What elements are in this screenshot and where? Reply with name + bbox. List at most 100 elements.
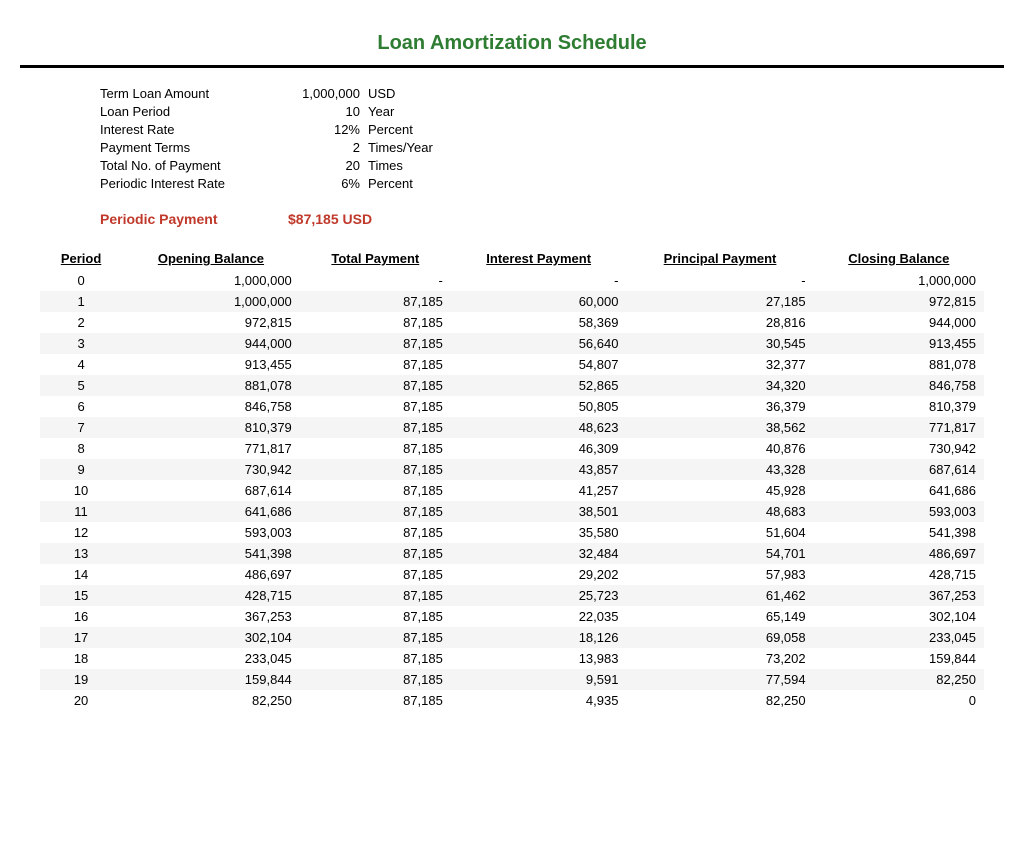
info-value: 1,000,000 [280,86,360,101]
table-cell: 65,149 [626,606,813,627]
page-title: Loan Amortization Schedule [20,20,1004,68]
info-label: Loan Period [100,104,280,119]
table-cell: 944,000 [122,333,300,354]
table-cell: 730,942 [814,438,984,459]
info-unit: Times/Year [368,140,433,155]
table-row: 4913,45587,18554,80732,377881,078 [40,354,984,375]
table-cell: 641,686 [814,480,984,501]
table-cell: 87,185 [300,606,451,627]
table-cell: 87,185 [300,291,451,312]
table-row: 17302,10487,18518,12669,058233,045 [40,627,984,648]
table-cell: 4,935 [451,690,627,711]
table-cell: 3 [40,333,122,354]
table-cell: 87,185 [300,543,451,564]
table-cell: 771,817 [122,438,300,459]
table-cell: 87,185 [300,648,451,669]
table-cell: 9,591 [451,669,627,690]
table-cell: 32,377 [626,354,813,375]
table-cell: 87,185 [300,333,451,354]
table-cell: 82,250 [814,669,984,690]
table-cell: 972,815 [122,312,300,333]
info-label: Term Loan Amount [100,86,280,101]
table-cell: 881,078 [814,354,984,375]
info-section: Term Loan Amount 1,000,000 USD Loan Peri… [100,86,1004,191]
table-cell: 48,683 [626,501,813,522]
table-cell: 52,865 [451,375,627,396]
table-cell: 50,805 [451,396,627,417]
table-cell: 87,185 [300,480,451,501]
table-cell: 38,501 [451,501,627,522]
periodic-payment-value: $87,185 USD [288,211,372,227]
info-label: Payment Terms [100,140,280,155]
table-cell: 19 [40,669,122,690]
table-cell: 17 [40,627,122,648]
info-value: 2 [280,140,360,155]
table-cell: - [300,270,451,291]
info-row: Interest Rate 12% Percent [100,122,1004,137]
table-row: 11641,68687,18538,50148,683593,003 [40,501,984,522]
table-cell: 87,185 [300,396,451,417]
table-cell: 641,686 [122,501,300,522]
table-row: 2972,81587,18558,36928,816944,000 [40,312,984,333]
table-cell: 913,455 [814,333,984,354]
table-cell: 687,614 [122,480,300,501]
table-header: Principal Payment [626,247,813,270]
table-cell: 972,815 [814,291,984,312]
table-cell: 87,185 [300,312,451,333]
table-cell: 36,379 [626,396,813,417]
table-cell: - [451,270,627,291]
table-cell: 5 [40,375,122,396]
table-cell: 944,000 [814,312,984,333]
table-cell: - [626,270,813,291]
info-row: Payment Terms 2 Times/Year [100,140,1004,155]
table-cell: 881,078 [122,375,300,396]
table-cell: 15 [40,585,122,606]
table-cell: 48,623 [451,417,627,438]
table-cell: 87,185 [300,417,451,438]
table-cell: 367,253 [122,606,300,627]
table-row: 13541,39887,18532,48454,701486,697 [40,543,984,564]
info-unit: Times [368,158,403,173]
table-cell: 846,758 [122,396,300,417]
table-cell: 46,309 [451,438,627,459]
periodic-payment-label: Periodic Payment [100,211,280,227]
table-cell: 22,035 [451,606,627,627]
table-header: Closing Balance [814,247,984,270]
table-cell: 0 [40,270,122,291]
table-cell: 730,942 [122,459,300,480]
table-row: 2082,25087,1854,93582,2500 [40,690,984,711]
table-cell: 6 [40,396,122,417]
table-row: 5881,07887,18552,86534,320846,758 [40,375,984,396]
table-cell: 40,876 [626,438,813,459]
info-unit: Percent [368,176,413,191]
table-cell: 77,594 [626,669,813,690]
table-cell: 73,202 [626,648,813,669]
table-cell: 4 [40,354,122,375]
table-cell: 61,462 [626,585,813,606]
table-cell: 233,045 [122,648,300,669]
table-cell: 54,701 [626,543,813,564]
table-cell: 87,185 [300,564,451,585]
table-header: Period [40,247,122,270]
table-header: Total Payment [300,247,451,270]
table-cell: 771,817 [814,417,984,438]
table-cell: 1,000,000 [814,270,984,291]
table-cell: 302,104 [122,627,300,648]
table-row: 12593,00387,18535,58051,604541,398 [40,522,984,543]
table-cell: 43,857 [451,459,627,480]
table-cell: 159,844 [814,648,984,669]
table-cell: 69,058 [626,627,813,648]
info-row: Total No. of Payment 20 Times [100,158,1004,173]
table-row: 16367,25387,18522,03565,149302,104 [40,606,984,627]
table-row: 15428,71587,18525,72361,462367,253 [40,585,984,606]
table-cell: 0 [814,690,984,711]
table-row: 11,000,00087,18560,00027,185972,815 [40,291,984,312]
table-cell: 38,562 [626,417,813,438]
table-cell: 51,604 [626,522,813,543]
table-cell: 30,545 [626,333,813,354]
table-section: PeriodOpening BalanceTotal PaymentIntere… [40,247,984,711]
table-cell: 58,369 [451,312,627,333]
info-value: 20 [280,158,360,173]
table-cell: 18 [40,648,122,669]
table-cell: 1 [40,291,122,312]
